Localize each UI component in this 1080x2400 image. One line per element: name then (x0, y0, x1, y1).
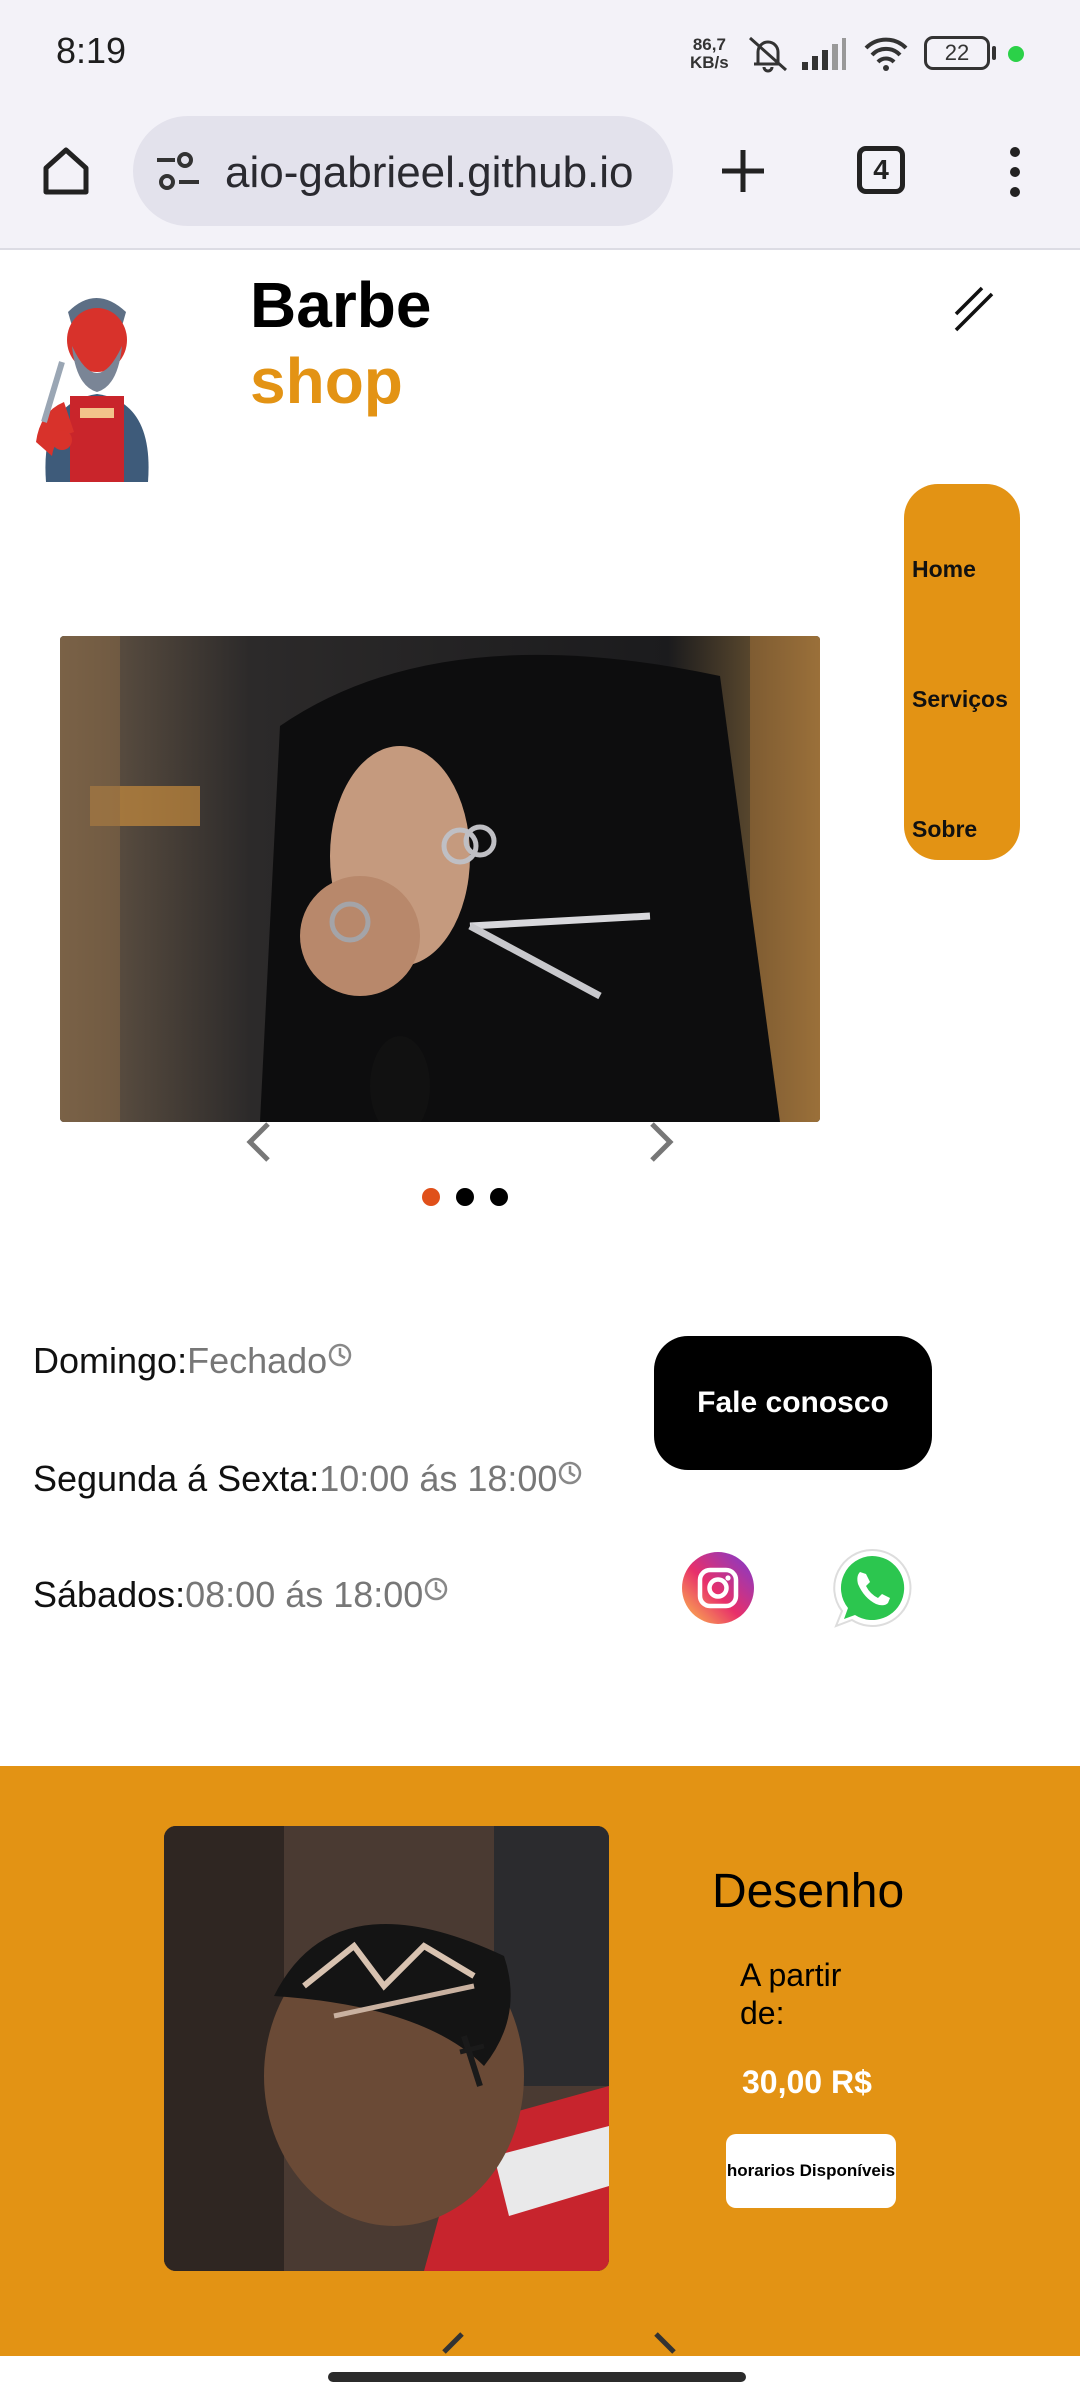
service-title: Desenho (712, 1865, 905, 1918)
hours-day-label: Domingo: (33, 1340, 188, 1381)
hours-day-label: Segunda á Sexta: (33, 1458, 320, 1499)
service-prev-icon[interactable] (436, 2332, 470, 2356)
menu-toggle-icon[interactable] (952, 286, 996, 332)
side-menu: Home Serviços Sobre (904, 484, 1020, 860)
carousel-next-icon[interactable] (648, 1120, 676, 1164)
menu-item-servicos[interactable]: Serviços (912, 686, 1008, 713)
status-bar: 8:19 86,7 KB/s 22 (0, 0, 1080, 108)
scissors-photo (60, 636, 820, 1122)
net-speed-value: 86,7 (692, 35, 726, 54)
available-times-button[interactable]: horarios Disponíveis (726, 2134, 896, 2208)
whatsapp-icon[interactable] (830, 1546, 914, 1630)
new-tab-icon[interactable] (718, 146, 768, 196)
service-card: Desenho A partir de: 30,00 R$ horarios D… (0, 1766, 1080, 2356)
service-price: 30,00 R$ (742, 2064, 872, 2100)
service-next-icon[interactable] (648, 2332, 682, 2356)
carousel-prev-icon[interactable] (244, 1120, 272, 1164)
hours-time-value: 08:00 ás 18:00 (185, 1574, 424, 1615)
service-from-label: A partir de: (740, 1957, 842, 2031)
tab-switcher-button[interactable]: 4 (857, 146, 905, 194)
mute-vibrate-icon (749, 36, 787, 73)
home-icon[interactable] (38, 142, 94, 198)
service-photo (164, 1826, 609, 2271)
instagram-icon[interactable] (680, 1550, 756, 1626)
hero-carousel-image (60, 636, 820, 1122)
hours-day-label: Sábados: (33, 1574, 186, 1615)
hours-saturday: Sábados:08:00 ás 18:00 (33, 1574, 449, 1616)
browser-toolbar: aio-gabrieel.github.io 4 (0, 108, 1080, 250)
haircut-design-photo (164, 1826, 609, 2271)
url-text: aio-gabrieel.github.io (225, 148, 634, 197)
menu-item-home[interactable]: Home (912, 556, 976, 583)
hours-time-value: Fechado (187, 1340, 328, 1381)
status-time: 8:19 (56, 30, 127, 71)
hours-time-value: 10:00 ás 18:00 (319, 1458, 558, 1499)
wifi-icon (864, 37, 908, 71)
hours-weekdays: Segunda á Sexta:10:00 ás 18:00 (33, 1458, 583, 1500)
screen: 8:19 86,7 KB/s 22 aio-gabrieel.github.io… (0, 0, 1080, 2400)
url-bar[interactable]: aio-gabrieel.github.io (133, 116, 673, 226)
carousel-dot-3[interactable] (490, 1188, 508, 1206)
clock-icon (328, 1343, 352, 1367)
brand-title: Barbe (250, 269, 432, 341)
hours-sunday: Domingo:Fechado (33, 1340, 353, 1382)
menu-item-sobre[interactable]: Sobre (912, 816, 977, 843)
clock-icon (559, 1461, 582, 1485)
privacy-indicator-dot (1008, 46, 1024, 62)
carousel-dot-2[interactable] (456, 1188, 474, 1206)
more-options-icon[interactable] (1000, 146, 1030, 198)
carousel-dot-1[interactable] (422, 1188, 440, 1206)
battery-indicator: 22 (924, 36, 990, 70)
net-speed-unit: KB/s (690, 53, 729, 72)
gesture-home-indicator[interactable] (328, 2372, 746, 2382)
battery-tip (992, 46, 996, 60)
barber-logo (36, 298, 149, 482)
network-speed: 86,7 KB/s (690, 36, 729, 72)
brand-subtitle: shop (250, 345, 403, 417)
site-settings-icon[interactable] (155, 150, 201, 194)
contact-button[interactable]: Fale conosco (654, 1336, 932, 1470)
signal-icon (802, 38, 846, 70)
clock-icon (425, 1577, 448, 1601)
